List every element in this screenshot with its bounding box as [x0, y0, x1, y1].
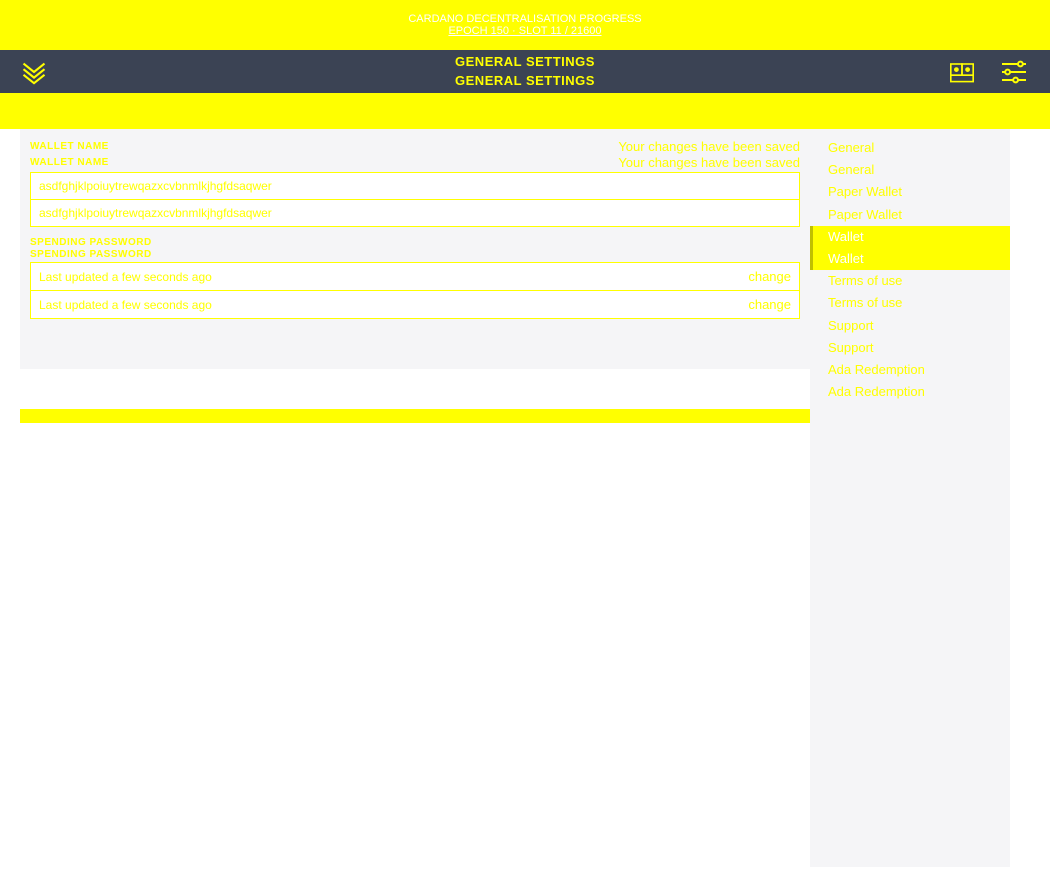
settings-panel: WALLET NAME Your changes have been saved…: [20, 129, 810, 369]
change-password-link[interactable]: change: [748, 297, 791, 312]
password-box: Last updated a few seconds ago change: [30, 290, 800, 319]
sidebar-item-terms[interactable]: Terms of use: [810, 292, 1010, 314]
sidebar-item-general[interactable]: General: [810, 159, 1010, 181]
header: GENERAL SETTINGS GENERAL SETTINGS: [0, 50, 1050, 93]
sidebar-item-paper-wallet[interactable]: Paper Wallet: [810, 204, 1010, 226]
sidebar-item-support[interactable]: Support: [810, 315, 1010, 337]
sidebar-item-support[interactable]: Support: [810, 337, 1010, 359]
sidebar-item-wallet[interactable]: Wallet: [810, 248, 1010, 270]
saved-message: Your changes have been saved: [618, 139, 800, 154]
password-updated-text: Last updated a few seconds ago: [39, 270, 212, 284]
saved-message: Your changes have been saved: [618, 155, 800, 170]
spending-password-label: SPENDING PASSWORD: [30, 237, 152, 248]
logo-icon[interactable]: [20, 58, 48, 86]
wallet-name-group: WALLET NAME Your changes have been saved…: [30, 139, 800, 227]
wallet-name-input[interactable]: [30, 199, 800, 227]
change-password-link[interactable]: change: [748, 269, 791, 284]
password-updated-text: Last updated a few seconds ago: [39, 298, 212, 312]
sidebar-item-ada-redemption[interactable]: Ada Redemption: [810, 381, 1010, 403]
sidebar-item-wallet[interactable]: Wallet: [810, 226, 1010, 248]
yellow-bar: [0, 93, 1050, 129]
wallet-name-label: WALLET NAME: [30, 141, 109, 152]
yellow-footer: [20, 409, 810, 423]
wallet-icon[interactable]: [946, 56, 978, 88]
sidebar-item-general[interactable]: General: [810, 137, 1010, 159]
password-box: Last updated a few seconds ago change: [30, 262, 800, 291]
top-banner: CARDANO DECENTRALISATION PROGRESS EPOCH …: [0, 0, 1050, 50]
settings-sidebar: General General Paper Wallet Paper Walle…: [810, 129, 1010, 867]
sidebar-item-paper-wallet[interactable]: Paper Wallet: [810, 181, 1010, 203]
spending-password-group: SPENDING PASSWORD SPENDING PASSWORD Last…: [30, 237, 800, 319]
spending-password-label: SPENDING PASSWORD: [30, 249, 152, 260]
sidebar-item-terms[interactable]: Terms of use: [810, 270, 1010, 292]
banner-line2[interactable]: EPOCH 150 · SLOT 11 / 21600: [448, 25, 601, 37]
wallet-name-input[interactable]: [30, 172, 800, 200]
wallet-name-label: WALLET NAME: [30, 157, 109, 168]
sidebar-item-ada-redemption[interactable]: Ada Redemption: [810, 359, 1010, 381]
page-title: GENERAL SETTINGS GENERAL SETTINGS: [455, 53, 595, 89]
settings-sliders-icon[interactable]: [998, 56, 1030, 88]
banner-line1: CARDANO DECENTRALISATION PROGRESS: [408, 13, 641, 25]
